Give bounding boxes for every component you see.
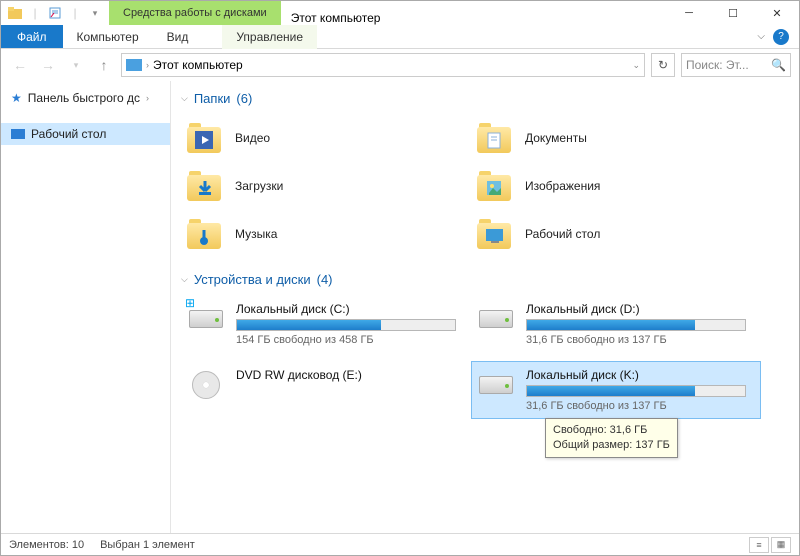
ribbon-tab-manage[interactable]: Управление — [222, 25, 317, 49]
minimize-button[interactable]: ─ — [667, 1, 711, 25]
chevron-down-icon: ⌵ — [181, 93, 188, 104]
address-bar-row: ← → ▾ ↑ › Этот компьютер ⌄ ↻ Поиск: Эт..… — [1, 49, 799, 81]
help-icon[interactable]: ? — [773, 29, 789, 45]
drive-name: Локальный диск (D:) — [526, 302, 746, 316]
nav-quick-access[interactable]: ★ Панель быстрого дс › — [1, 87, 170, 109]
ribbon-tab-view[interactable]: Вид — [153, 25, 203, 48]
folder-item[interactable]: Видео — [181, 114, 471, 162]
qat-separator: | — [27, 5, 43, 21]
group-folders-count: (6) — [236, 91, 252, 106]
search-icon: 🔍 — [771, 58, 786, 72]
drive-free-text: 31,6 ГБ свободно из 137 ГБ — [526, 334, 746, 346]
close-button[interactable]: ✕ — [755, 1, 799, 25]
ribbon-contextual-label: Средства работы с дисками — [109, 1, 281, 25]
chevron-right-icon: › — [146, 93, 149, 103]
drive-name: Локальный диск (K:) — [526, 368, 746, 382]
tooltip: Свободно: 31,6 ГБ Общий размер: 137 ГБ — [545, 418, 678, 458]
content-pane: ⌵ Папки (6) Видео Документы Загрузки Изобра… — [171, 81, 799, 533]
view-icons-button[interactable]: ▦ — [771, 537, 791, 553]
nav-history-chevron-icon[interactable]: ▾ — [65, 54, 87, 76]
drive-item[interactable]: DVD RW дисковод (E:) — [181, 361, 471, 419]
qat-separator: | — [67, 5, 83, 21]
folder-label: Загрузки — [235, 179, 283, 193]
nav-up-button[interactable]: ↑ — [93, 54, 115, 76]
group-header-folders[interactable]: ⌵ Папки (6) — [171, 87, 799, 110]
address-text: Этот компьютер — [153, 58, 243, 72]
folder-item[interactable]: Рабочий стол — [471, 210, 761, 258]
group-drives-count: (4) — [317, 272, 333, 287]
hdd-icon — [476, 368, 516, 402]
ribbon-collapse-icon[interactable]: ⌵ — [757, 31, 765, 42]
folder-label: Рабочий стол — [525, 227, 600, 241]
ribbon: Файл Компьютер Вид Управление ⌵ ? — [1, 25, 799, 49]
folder-item[interactable]: Загрузки — [181, 162, 471, 210]
maximize-button[interactable]: ☐ — [711, 1, 755, 25]
nav-quick-access-label: Панель быстрого дс — [28, 91, 140, 105]
folder-label: Документы — [525, 131, 587, 145]
ribbon-file-tab[interactable]: Файл — [1, 25, 63, 48]
group-folders-label: Папки — [194, 91, 231, 106]
desktop-icon — [11, 129, 25, 139]
hdd-icon: ⊞ — [186, 302, 226, 336]
search-input[interactable]: Поиск: Эт... 🔍 — [681, 53, 791, 77]
folder-icon — [185, 216, 225, 252]
folder-item[interactable]: Музыка — [181, 210, 471, 258]
view-details-button[interactable]: ≡ — [749, 537, 769, 553]
drive-usage-bar — [526, 319, 746, 331]
status-bar: Элементов: 10 Выбран 1 элемент ≡ ▦ — [1, 533, 799, 555]
tooltip-free: Свободно: 31,6 ГБ — [553, 423, 670, 438]
address-chevron-down-icon[interactable]: ⌄ — [632, 60, 640, 71]
quick-access-toolbar: | | ▾ — [1, 1, 109, 25]
body: ★ Панель быстрого дс › Рабочий стол ⌵ Па… — [1, 81, 799, 533]
folder-icon — [475, 168, 515, 204]
folder-label: Музыка — [235, 227, 277, 241]
chevron-right-icon: › — [146, 60, 149, 70]
this-pc-icon — [126, 59, 142, 71]
folder-icon — [475, 216, 515, 252]
drive-free-text: 31,6 ГБ свободно из 137 ГБ — [526, 400, 746, 412]
hdd-icon — [476, 302, 516, 336]
nav-desktop-label: Рабочий стол — [31, 127, 106, 141]
window-title: Этот компьютер — [281, 11, 391, 25]
drive-name: DVD RW дисковод (E:) — [236, 368, 456, 382]
nav-desktop[interactable]: Рабочий стол — [1, 123, 170, 145]
refresh-button[interactable]: ↻ — [651, 53, 675, 77]
drive-usage-bar — [526, 385, 746, 397]
drive-item[interactable]: ⊞ Локальный диск (C:) 154 ГБ свободно из 4… — [181, 295, 471, 353]
search-placeholder: Поиск: Эт... — [686, 58, 749, 72]
group-drives-label: Устройства и диски — [194, 272, 311, 287]
folder-label: Изображения — [525, 179, 600, 193]
status-selected: Выбран 1 элемент — [100, 539, 195, 551]
folder-label: Видео — [235, 131, 270, 145]
title-bar: | | ▾ Средства работы с дисками Этот ком… — [1, 1, 799, 25]
nav-pane: ★ Панель быстрого дс › Рабочий стол — [1, 81, 171, 533]
folder-item[interactable]: Изображения — [471, 162, 761, 210]
status-item-count: Элементов: 10 — [9, 539, 84, 551]
folder-item[interactable]: Документы — [471, 114, 761, 162]
dvd-icon — [186, 368, 226, 402]
nav-back-button[interactable]: ← — [9, 54, 31, 76]
folder-icon — [475, 120, 515, 156]
ribbon-tab-computer[interactable]: Компьютер — [63, 25, 153, 48]
drive-usage-bar — [236, 319, 456, 331]
drive-item[interactable]: Локальный диск (D:) 31,6 ГБ свободно из 1… — [471, 295, 761, 353]
nav-forward-button[interactable]: → — [37, 54, 59, 76]
chevron-down-icon: ⌵ — [181, 274, 188, 285]
folder-icon — [185, 120, 225, 156]
explorer-icon — [7, 5, 23, 21]
drive-name: Локальный диск (C:) — [236, 302, 456, 316]
group-header-drives[interactable]: ⌵ Устройства и диски (4) — [171, 268, 799, 291]
tooltip-total: Общий размер: 137 ГБ — [553, 438, 670, 453]
qat-properties-icon[interactable] — [47, 5, 63, 21]
address-bar[interactable]: › Этот компьютер ⌄ — [121, 53, 645, 77]
folder-icon — [185, 168, 225, 204]
drive-free-text: 154 ГБ свободно из 458 ГБ — [236, 334, 456, 346]
drive-item[interactable]: Локальный диск (K:) 31,6 ГБ свободно из 1… — [471, 361, 761, 419]
star-icon: ★ — [11, 91, 22, 105]
qat-chevron-down-icon[interactable]: ▾ — [87, 5, 103, 21]
